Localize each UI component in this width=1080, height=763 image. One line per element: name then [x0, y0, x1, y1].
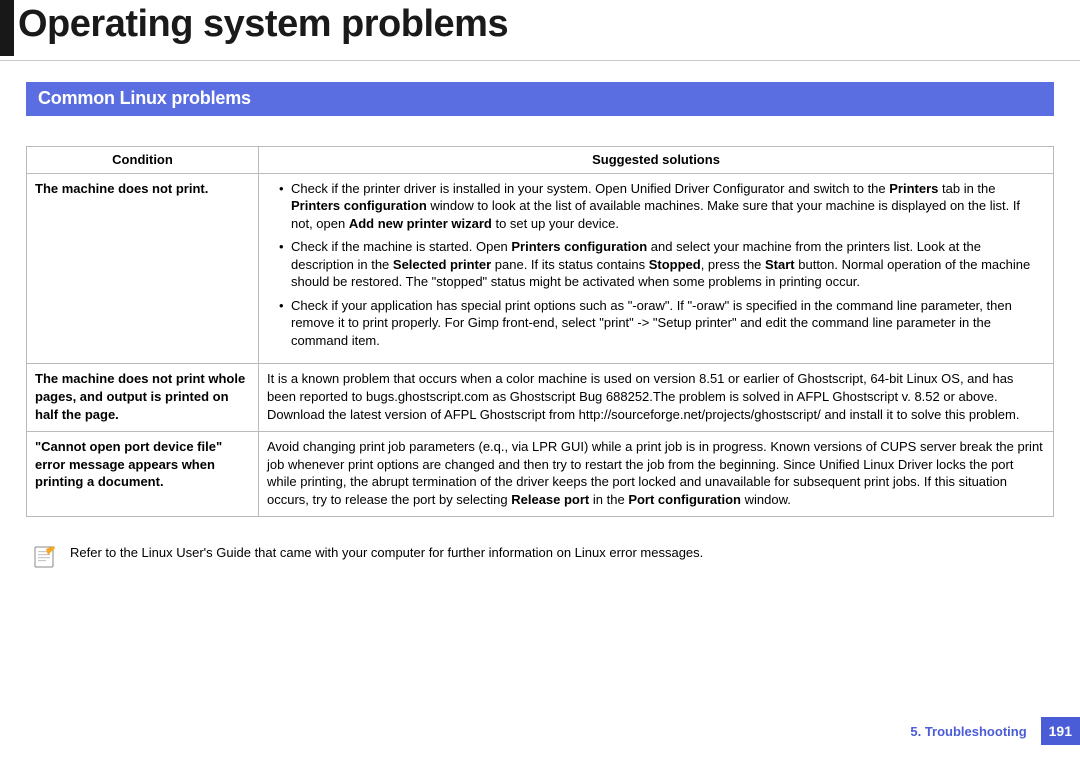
title-side-bar: [0, 0, 14, 56]
solution-cell: Avoid changing print job parameters (e.q…: [259, 432, 1054, 517]
table-row: The machine does not print. Check if the…: [27, 173, 1054, 364]
list-item: Check if your application has special pr…: [279, 297, 1045, 350]
content-area: Common Linux problems Condition Suggeste…: [26, 82, 1054, 569]
condition-cell: "Cannot open port device file" error mes…: [27, 432, 259, 517]
condition-cell: The machine does not print.: [27, 173, 259, 364]
section-heading: Common Linux problems: [26, 82, 1054, 116]
page-title: Operating system problems: [18, 0, 508, 48]
note-row: Refer to the Linux User's Guide that cam…: [26, 545, 1054, 569]
table-row: "Cannot open port device file" error mes…: [27, 432, 1054, 517]
footer-chapter: 5. Troubleshooting: [910, 724, 1026, 739]
page-footer: 5. Troubleshooting 191: [910, 717, 1080, 745]
problems-table: Condition Suggested solutions The machin…: [26, 146, 1054, 517]
note-text: Refer to the Linux User's Guide that cam…: [70, 545, 703, 560]
col-header-solutions: Suggested solutions: [259, 147, 1054, 174]
list-item: Check if the printer driver is installed…: [279, 180, 1045, 233]
col-header-condition: Condition: [27, 147, 259, 174]
title-underline: [0, 60, 1080, 61]
solution-cell: Check if the printer driver is installed…: [259, 173, 1054, 364]
footer-page-number: 191: [1041, 717, 1080, 745]
note-icon: [34, 545, 56, 569]
solution-cell: It is a known problem that occurs when a…: [259, 364, 1054, 432]
table-row: The machine does not print whole pages, …: [27, 364, 1054, 432]
list-item: Check if the machine is started. Open Pr…: [279, 238, 1045, 291]
condition-cell: The machine does not print whole pages, …: [27, 364, 259, 432]
